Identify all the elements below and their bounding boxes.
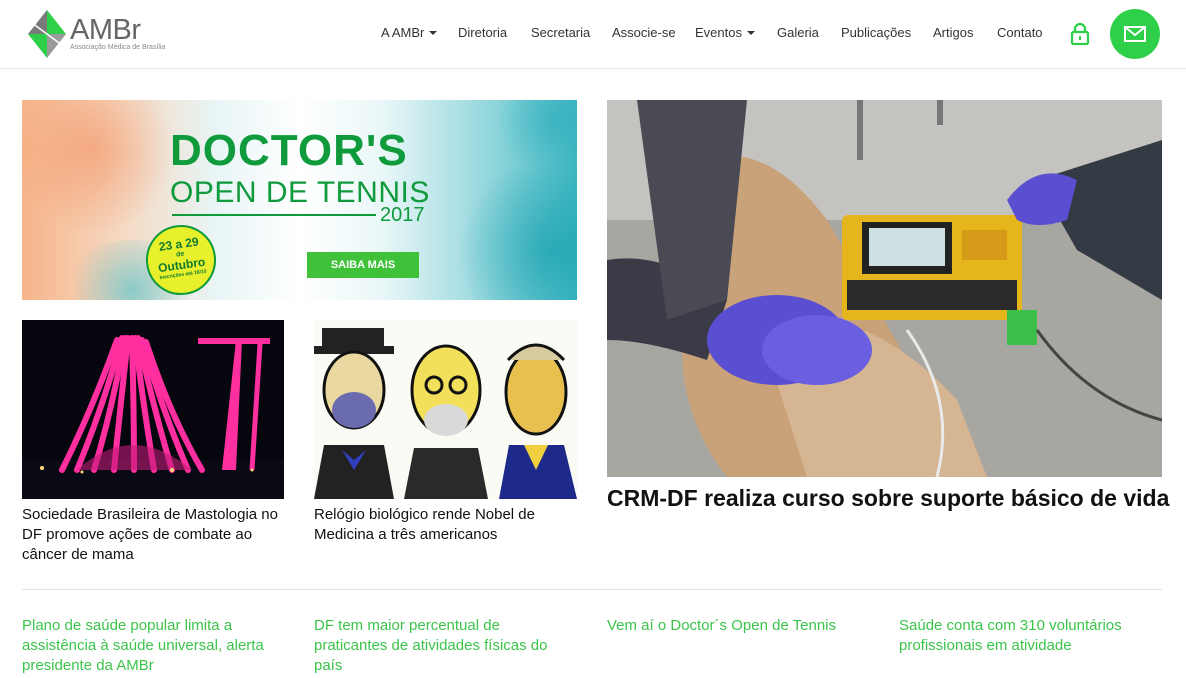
caret-down-icon — [746, 31, 755, 35]
tennis-banner[interactable]: DOCTOR'S OPEN DE TENNIS 2017 23 a 29 de … — [22, 100, 577, 300]
logo-tagline: Associação Médica de Brasília — [70, 44, 166, 51]
cpr-course-hero-image[interactable] — [607, 100, 1162, 477]
caret-down-icon — [429, 31, 438, 35]
nav-item-associe-se[interactable]: Associe-se — [612, 25, 676, 40]
cathedral-illustration — [22, 320, 284, 499]
nav-item-label: Eventos — [695, 25, 742, 40]
nav-item-label: A AMBr — [381, 25, 425, 40]
news-link-atividades-fisicas[interactable]: DF tem maior percentual de praticantes d… — [314, 616, 576, 676]
banner-year: 2017 — [380, 204, 425, 226]
nav-item-eventos[interactable]: Eventos — [695, 25, 755, 40]
nobel-article-image[interactable] — [314, 320, 577, 499]
paint-splash — [492, 100, 577, 170]
paint-splash — [452, 160, 577, 300]
article-title-nobel[interactable]: Relógio biológico rende Nobel de Medicin… — [314, 505, 577, 545]
lock-icon[interactable] — [1070, 22, 1090, 46]
banner-racket-line — [172, 214, 376, 216]
saiba-mais-button[interactable]: SAIBA MAIS — [307, 252, 419, 278]
nobel-laureates-illustration — [314, 320, 577, 499]
banner-title: DOCTOR'S — [170, 126, 408, 175]
mail-icon — [1124, 26, 1146, 42]
nav-item-galeria[interactable]: Galeria — [777, 25, 819, 40]
news-link-plano-saude[interactable]: Plano de saúde popular limita a assistên… — [22, 616, 284, 676]
nav-item-artigos[interactable]: Artigos — [933, 25, 973, 40]
logo-diamond-icon — [27, 10, 67, 58]
contact-mail-button[interactable] — [1110, 9, 1160, 59]
nav-item-secretaria[interactable]: Secretaria — [531, 25, 590, 40]
nav-item-a-ambr[interactable]: A AMBr — [381, 25, 438, 40]
nav-item-publicacoes[interactable]: Publicações — [841, 25, 911, 40]
mastology-article-image[interactable] — [22, 320, 284, 499]
cpr-training-illustration — [607, 100, 1162, 477]
nav-item-diretoria[interactable]: Diretoria — [458, 25, 507, 40]
news-link-doctors-open[interactable]: Vem aí o Doctor´s Open de Tennis — [607, 616, 869, 636]
article-title-mastology[interactable]: Sociedade Brasileira de Mastologia no DF… — [22, 505, 284, 565]
hero-article-title[interactable]: CRM-DF realiza curso sobre suporte básic… — [607, 485, 1169, 512]
ambr-logo[interactable]: AMBr Associação Médica de Brasília — [26, 8, 176, 60]
paint-splash — [22, 100, 182, 230]
news-link-voluntarios[interactable]: Saúde conta com 310 voluntários profissi… — [899, 616, 1161, 656]
site-header: AMBr Associação Médica de Brasília A AMB… — [0, 0, 1186, 69]
nav-item-contato[interactable]: Contato — [997, 25, 1043, 40]
logo-text: AMBr — [70, 14, 141, 46]
section-divider — [22, 589, 1162, 590]
